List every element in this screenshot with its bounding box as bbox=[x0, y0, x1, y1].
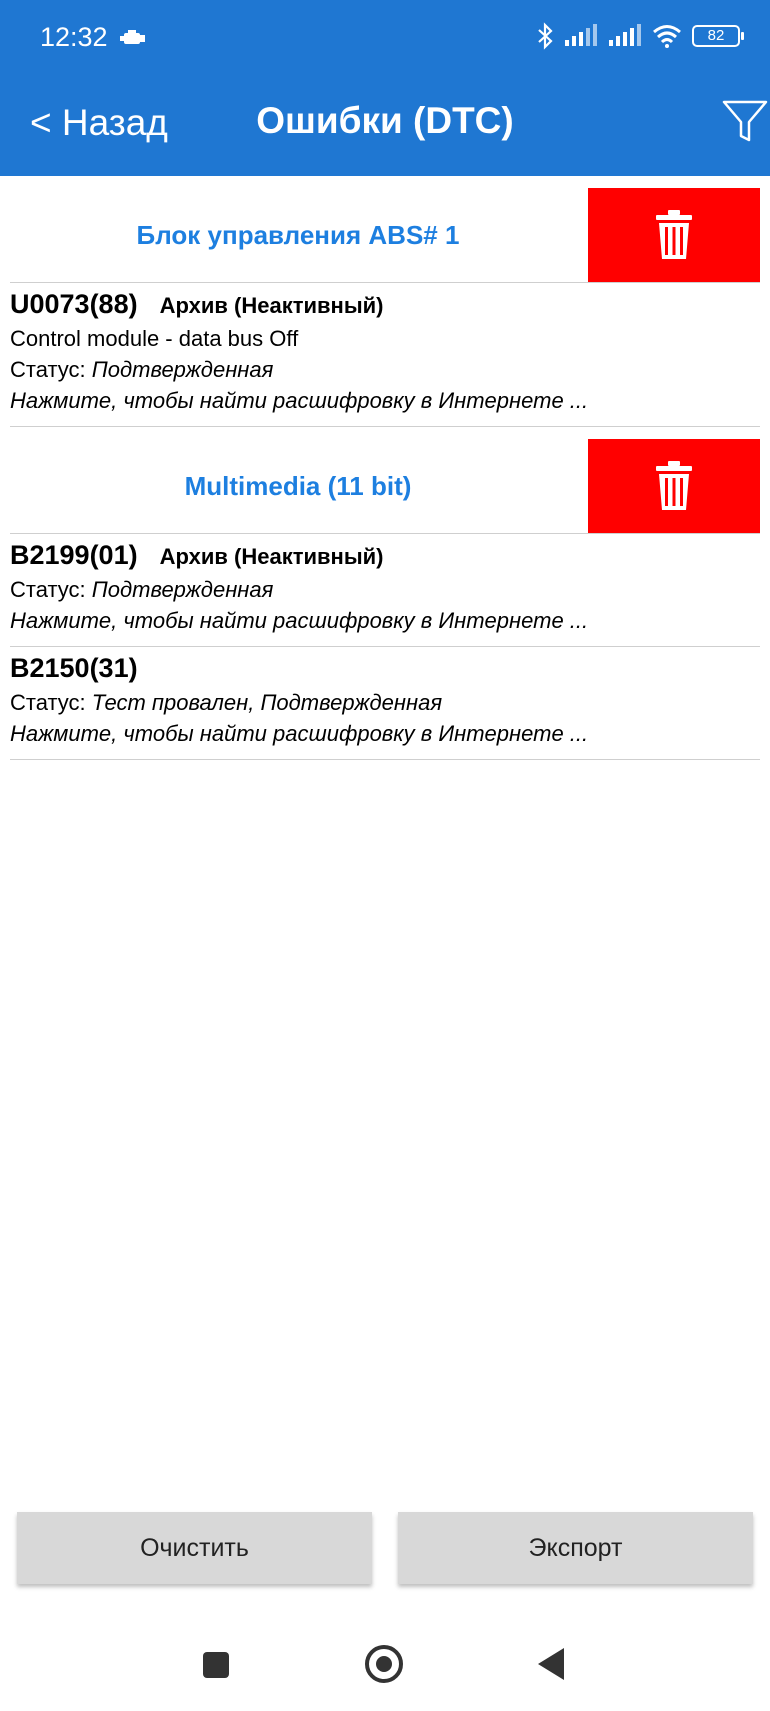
dtc-archive-status: Архив (Неактивный) bbox=[159, 293, 384, 318]
group-title[interactable]: Блок управления ABS# 1 bbox=[10, 220, 586, 251]
status-icons: 82 bbox=[536, 22, 744, 50]
dtc-status-label: Статус: bbox=[10, 577, 92, 602]
dtc-search-hint[interactable]: Нажмите, чтобы найти расшифровку в Интер… bbox=[10, 605, 760, 636]
filter-icon[interactable] bbox=[720, 96, 770, 146]
dtc-status-value: Тест провален, Подтвержденная bbox=[91, 690, 443, 715]
dtc-status: Статус: Тест провален, Подтвержденная bbox=[10, 687, 760, 718]
group-title[interactable]: Multimedia (11 bit) bbox=[10, 471, 586, 502]
bottom-actions: Очистить Экспорт bbox=[17, 1512, 753, 1584]
group-header: Блок управления ABS# 1 bbox=[10, 176, 760, 283]
dtc-status-value: Подтвержденная bbox=[91, 357, 274, 382]
bluetooth-icon bbox=[538, 22, 553, 50]
trash-icon bbox=[656, 461, 692, 510]
dtc-status-label: Статус: bbox=[10, 357, 92, 382]
delete-group-button[interactable] bbox=[588, 439, 760, 533]
nav-home-icon[interactable] bbox=[365, 1645, 403, 1683]
dtc-status: Статус: Подтвержденная bbox=[10, 354, 760, 385]
dtc-code: U0073(88) bbox=[10, 289, 138, 319]
dtc-status: Статус: Подтвержденная bbox=[10, 574, 760, 605]
dtc-item[interactable]: U0073(88) Архив (Неактивный) Control mod… bbox=[10, 283, 760, 427]
clear-button[interactable]: Очистить bbox=[17, 1512, 372, 1584]
dtc-code: B2150(31) bbox=[10, 653, 138, 683]
dtc-search-hint[interactable]: Нажмите, чтобы найти расшифровку в Интер… bbox=[10, 385, 760, 416]
status-time: 12:32 bbox=[40, 22, 108, 52]
dtc-search-hint[interactable]: Нажмите, чтобы найти расшифровку в Интер… bbox=[10, 718, 760, 749]
system-nav-bar bbox=[0, 1640, 770, 1690]
trash-icon bbox=[656, 210, 692, 259]
dtc-item[interactable]: B2150(31) Статус: Тест провален, Подтвер… bbox=[10, 647, 760, 760]
page-title: Ошибки (DTC) bbox=[256, 100, 514, 141]
car-engine-icon bbox=[120, 30, 145, 44]
signal-icon bbox=[609, 24, 641, 46]
export-button[interactable]: Экспорт bbox=[398, 1512, 753, 1584]
dtc-status-value: Подтвержденная bbox=[91, 577, 274, 602]
nav-back-icon[interactable] bbox=[538, 1648, 564, 1680]
app-header: 12:32 82 < Назад Ошибки (DTC) bbox=[0, 0, 770, 176]
delete-group-button[interactable] bbox=[588, 188, 760, 282]
dtc-item[interactable]: B2199(01) Архив (Неактивный) Статус: Под… bbox=[10, 534, 760, 647]
nav-recents-icon[interactable] bbox=[203, 1652, 229, 1678]
battery-icon: 82 bbox=[692, 25, 744, 47]
dtc-archive-status: Архив (Неактивный) bbox=[159, 544, 384, 569]
wifi-icon bbox=[653, 25, 681, 48]
group-header: Multimedia (11 bit) bbox=[10, 427, 760, 534]
dtc-code: B2199(01) bbox=[10, 540, 138, 570]
dtc-list: Блок управления ABS# 1 U0073(88) Архив (… bbox=[0, 176, 770, 760]
dtc-description: Control module - data bus Off bbox=[10, 326, 299, 351]
signal-icon bbox=[565, 24, 597, 46]
dtc-status-label: Статус: bbox=[10, 690, 92, 715]
